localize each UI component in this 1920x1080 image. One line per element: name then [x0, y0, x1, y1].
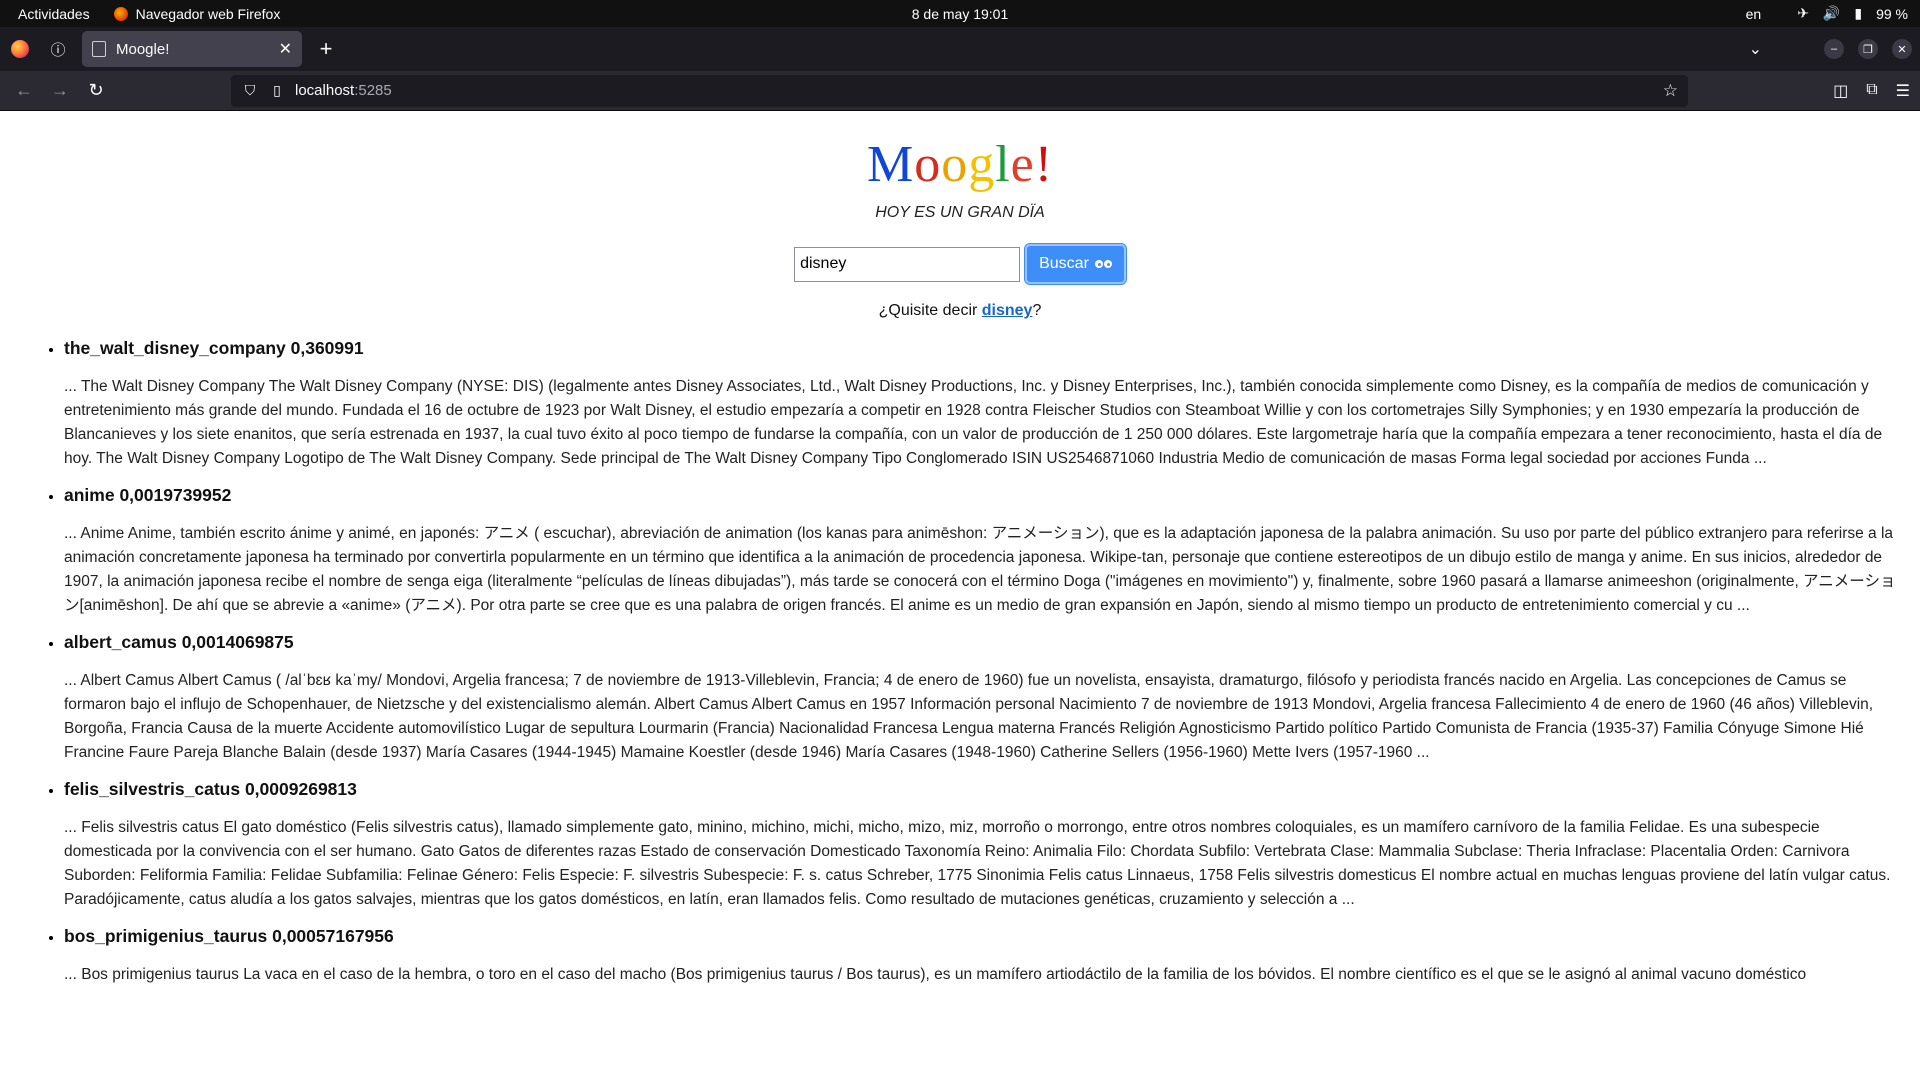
app-name: Navegador web Firefox [135, 5, 281, 22]
forward-icon[interactable]: → [42, 75, 78, 107]
search-input[interactable] [794, 246, 1021, 282]
bookmark-star-icon[interactable]: ☆ [1663, 81, 1678, 101]
result-snippet: ... Albert Camus Albert Camus ( /alˈbɛʁ … [64, 672, 1874, 761]
url-port: :5285 [354, 82, 392, 99]
tagline: HOY ES UN GRAN DÏA [875, 204, 1045, 221]
logo-letter: ! [1034, 136, 1054, 193]
battery-level: 99 % [1876, 5, 1908, 22]
close-window-icon[interactable]: ✕ [1892, 39, 1912, 59]
back-icon[interactable]: ← [6, 75, 42, 107]
result-item: felis_silvestris_catus 0,0009269813 ... … [64, 777, 1896, 912]
page-info-icon[interactable]: ▯ [265, 82, 289, 99]
results-list: the_walt_disney_company 0,360991 ... The… [64, 336, 1920, 987]
search-form: Buscar [0, 244, 1920, 284]
result-heading: anime 0,0019739952 [64, 485, 232, 505]
restore-icon[interactable]: ❐ [1858, 39, 1878, 59]
menu-icon[interactable]: ☰ [1896, 81, 1910, 101]
result-snippet: ... Bos primigenius taurus La vaca en el… [64, 966, 1807, 983]
search-button[interactable]: Buscar [1025, 244, 1126, 284]
new-tab-button[interactable]: + [308, 31, 344, 67]
airplane-mode-icon: ✈ [1797, 5, 1809, 21]
url-host: localhost [295, 82, 355, 99]
system-tray[interactable]: en ✈ 🔊 ▮ 99 % [1746, 5, 1908, 22]
suggestion-suffix: ? [1032, 302, 1042, 319]
result-heading: felis_silvestris_catus 0,0009269813 [64, 779, 357, 799]
firefox-logo-icon [11, 40, 29, 58]
pocket-icon[interactable]: ◫ [1833, 81, 1848, 101]
firefox-view-button[interactable] [0, 40, 40, 58]
logo-letter: o [941, 136, 969, 193]
moogle-logo: Moogle! [0, 135, 1920, 195]
site-info-icon[interactable]: ⓘ [40, 31, 76, 67]
result-snippet: ... The Walt Disney Company The Walt Dis… [64, 378, 1883, 467]
language-indicator[interactable]: en [1746, 6, 1762, 22]
toolbar-right: ◫ ⧉ ☰ [1833, 81, 1910, 101]
eyes-icon [1094, 260, 1112, 268]
firefox-icon [113, 6, 128, 21]
tab-title: Moogle! [116, 40, 170, 58]
extensions-icon[interactable]: ⧉ [1866, 81, 1877, 101]
logo-letter: l [995, 136, 1011, 193]
search-button-label: Buscar [1039, 255, 1089, 272]
tracking-protection-icon[interactable]: ⛉ [235, 82, 265, 99]
result-item: anime 0,0019739952 ... Anime Anime, tamb… [64, 483, 1896, 618]
page-content: Moogle! HOY ES UN GRAN DÏA Buscar ¿Quisi… [0, 111, 1920, 1079]
system-top-bar: Actividades Navegador web Firefox 8 de m… [0, 0, 1920, 27]
tab-strip: ⓘ Moogle! ✕ + ⌄ – ❐ ✕ [0, 27, 1920, 71]
logo-letter: g [968, 136, 996, 193]
result-item: bos_primigenius_taurus 0,00057167956 ...… [64, 924, 1896, 987]
url-bar[interactable]: ⛉ ▯ localhost:5285 ☆ [231, 74, 1688, 107]
logo-letter: o [914, 136, 942, 193]
result-item: the_walt_disney_company 0,360991 ... The… [64, 336, 1896, 471]
tab-moogle[interactable]: Moogle! ✕ [82, 31, 302, 67]
minimize-icon[interactable]: – [1824, 39, 1844, 59]
suggestion: ¿Quisite decir disney? [0, 302, 1920, 320]
suggestion-prefix: ¿Quisite decir [878, 302, 982, 319]
logo-letter: M [866, 136, 915, 193]
reload-icon[interactable]: ↻ [78, 75, 114, 107]
logo-letter: e [1010, 136, 1035, 193]
result-heading: bos_primigenius_taurus 0,00057167956 [64, 926, 394, 946]
result-heading: the_walt_disney_company 0,360991 [64, 338, 364, 358]
window-controls: ⌄ – ❐ ✕ [1749, 39, 1912, 59]
clock[interactable]: 8 de may 19:01 [912, 6, 1009, 22]
tab-close-icon[interactable]: ✕ [279, 39, 292, 59]
list-all-tabs-icon[interactable]: ⌄ [1749, 39, 1762, 59]
navigation-toolbar: ← → ↻ ⛉ ▯ localhost:5285 ☆ ◫ ⧉ ☰ [0, 71, 1920, 111]
result-item: albert_camus 0,0014069875 ... Albert Cam… [64, 630, 1896, 765]
suggestion-link[interactable]: disney [982, 302, 1033, 319]
result-snippet: ... Felis silvestris catus El gato domés… [64, 819, 1891, 908]
battery-icon: ▮ [1854, 5, 1863, 21]
result-heading: albert_camus 0,0014069875 [64, 632, 294, 652]
app-menu[interactable]: Navegador web Firefox [108, 5, 281, 22]
page-favicon-icon [92, 41, 106, 57]
result-snippet: ... Anime Anime, también escrito ánime y… [64, 525, 1896, 614]
volume-icon: 🔊 [1822, 5, 1841, 21]
activities-button[interactable]: Actividades [0, 6, 108, 22]
